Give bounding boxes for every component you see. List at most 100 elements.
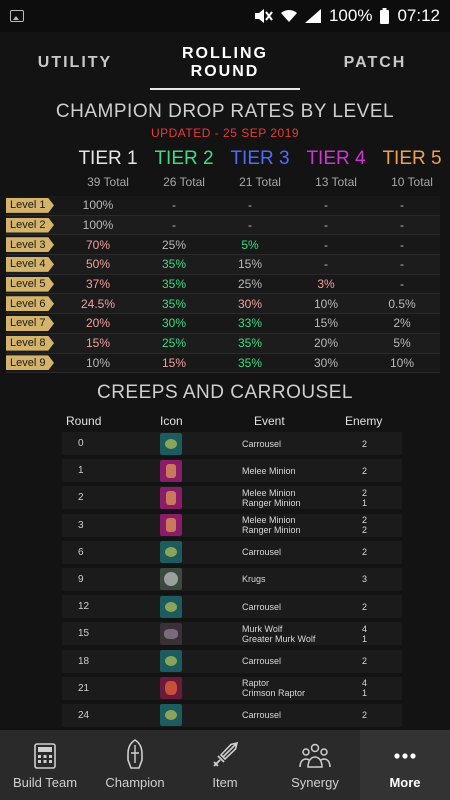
creep-event-line: Ranger Minion: [242, 497, 301, 508]
level-tag: Level 3: [6, 237, 54, 253]
level-tag: Level 8: [6, 335, 54, 351]
rate-cells: 100% - - - -: [60, 218, 440, 232]
tab-patch[interactable]: PATCH: [300, 32, 450, 94]
mute-icon: [254, 9, 273, 23]
status-bar: 100% 07:12: [0, 0, 450, 32]
rate-row: Level 3 70% 25% 5% - -: [6, 235, 440, 256]
rate-cells: 50% 35% 15% - -: [60, 257, 440, 271]
carousel-icon: [160, 432, 182, 455]
level-tag: Level 1: [6, 197, 54, 213]
creep-enemy: 2: [362, 602, 367, 612]
creep-event-line: Melee Minion: [242, 487, 296, 498]
creep-event: Carrousel: [242, 439, 281, 449]
gallery-icon: [10, 10, 24, 22]
rate-cell: 30%: [313, 355, 339, 370]
rate-cell: 100%: [82, 198, 114, 213]
creep-round: 18: [78, 655, 90, 667]
melee-icon: [160, 486, 182, 509]
creep-event-line: Melee Minion: [242, 515, 296, 526]
tab-rolling-round[interactable]: ROLLING ROUND: [150, 32, 300, 94]
creep-event: Carrousel: [242, 602, 281, 612]
calculator-icon: [34, 743, 56, 769]
creep-enemy: 3: [362, 574, 367, 584]
rate-cell: 3%: [317, 277, 335, 292]
rate-row: Level 1 100% - - - -: [6, 196, 440, 216]
creep-enemy-line: 2: [362, 438, 368, 449]
creep-enemy: 21: [362, 488, 367, 508]
rate-cell: 5%: [241, 237, 259, 252]
rate-cell: -: [324, 237, 328, 252]
creep-enemy: 22: [362, 515, 367, 535]
rate-cell: 25%: [161, 336, 187, 351]
creep-row: 21 Raptor Crimson Raptor 4 1: [62, 676, 402, 700]
creeps-header: Round Icon Event Enemy: [62, 414, 402, 430]
creep-event-line: Carrousel: [242, 547, 282, 558]
creep-event: Melee Minion Ranger Minion: [242, 515, 301, 535]
sword-icon: [213, 741, 239, 767]
rate-cell: 30%: [161, 316, 187, 331]
updated-date: UPDATED - 25 SEP 2019: [150, 126, 300, 140]
tier-name: TIER 2: [154, 148, 214, 169]
raptor-icon: [160, 677, 182, 700]
rate-cell: 33%: [237, 316, 263, 331]
creep-enemy: 41: [362, 678, 367, 698]
creep-round: 24: [78, 709, 90, 721]
nav-build-team[interactable]: Build Team: [0, 730, 90, 800]
rate-cell: 35%: [161, 257, 187, 272]
level-tag: Level 9: [6, 355, 54, 371]
krugs-icon: [160, 568, 182, 591]
rate-cells: 100% - - - -: [60, 198, 440, 212]
rate-cell: 100%: [82, 218, 114, 233]
creeps-title: CREEPS AND CARROUSEL: [96, 382, 353, 403]
more-icon: [394, 753, 416, 759]
creep-round: 2: [78, 492, 84, 504]
creep-enemy: 2: [362, 439, 367, 449]
nav-more[interactable]: More: [360, 730, 450, 800]
nav-synergy[interactable]: Synergy: [270, 730, 360, 800]
rate-cell: -: [400, 237, 404, 252]
carousel-icon: [160, 704, 182, 727]
creep-row: 1 Melee Minion 2: [62, 459, 402, 483]
creep-event-line: Greater Murk Wolf: [242, 633, 316, 644]
creep-event: Murk Wolf Greater Murk Wolf: [242, 624, 315, 644]
rate-cell: -: [324, 198, 328, 213]
creep-event: Raptor Crimson Raptor: [242, 678, 305, 698]
tier-name: TIER 4: [306, 148, 366, 169]
tab-label: UTILITY: [37, 54, 113, 71]
creep-enemy-line: 1: [362, 497, 368, 508]
creep-event: Krugs: [242, 574, 266, 584]
creep-row: 2 Melee Minion Ranger Minion 2 1: [62, 486, 402, 510]
rate-cell: -: [248, 198, 252, 213]
rate-cell: 20%: [85, 316, 111, 331]
creep-event-line: Ranger Minion: [242, 525, 301, 536]
creep-enemy-line: 1: [362, 633, 368, 644]
creep-event-line: Krugs: [242, 574, 266, 585]
rate-cell: 24.5%: [80, 296, 116, 311]
carousel-icon: [160, 650, 182, 672]
level-tag: Level 7: [6, 315, 54, 331]
rate-cell: 30%: [237, 296, 263, 311]
rate-row: Level 4 50% 35% 15% - -: [6, 255, 440, 275]
tier-total: 26 Total: [163, 175, 205, 189]
rate-cells: 15% 25% 35% 20% 5%: [60, 336, 440, 350]
creep-event-line: Melee Minion: [242, 465, 296, 476]
creep-event: Carrousel: [242, 656, 281, 666]
rate-cell: -: [400, 257, 404, 272]
creep-row: 15 Murk Wolf Greater Murk Wolf 4 1: [62, 622, 402, 646]
rate-cell: 37%: [85, 277, 111, 292]
header-enemy: Enemy: [345, 414, 383, 428]
rate-cells: 70% 25% 5% - -: [60, 238, 440, 252]
creep-round: 1: [78, 465, 84, 477]
rate-cells: 20% 30% 33% 15% 2%: [60, 316, 440, 330]
rate-cell: 10%: [313, 296, 339, 311]
nav-item[interactable]: Item: [180, 730, 270, 800]
tab-utility[interactable]: UTILITY: [0, 32, 150, 94]
nav-champion[interactable]: Champion: [90, 730, 180, 800]
rate-row: Level 5 37% 35% 25% 3% -: [6, 274, 440, 295]
tab-label: ROLLING ROUND: [182, 45, 268, 80]
rate-cell: 35%: [161, 296, 187, 311]
rate-cell: 15%: [237, 257, 263, 272]
status-right: 100% 07:12: [253, 6, 440, 26]
rate-row: Level 2 100% - - - -: [6, 215, 440, 236]
rate-cell: -: [400, 198, 404, 213]
